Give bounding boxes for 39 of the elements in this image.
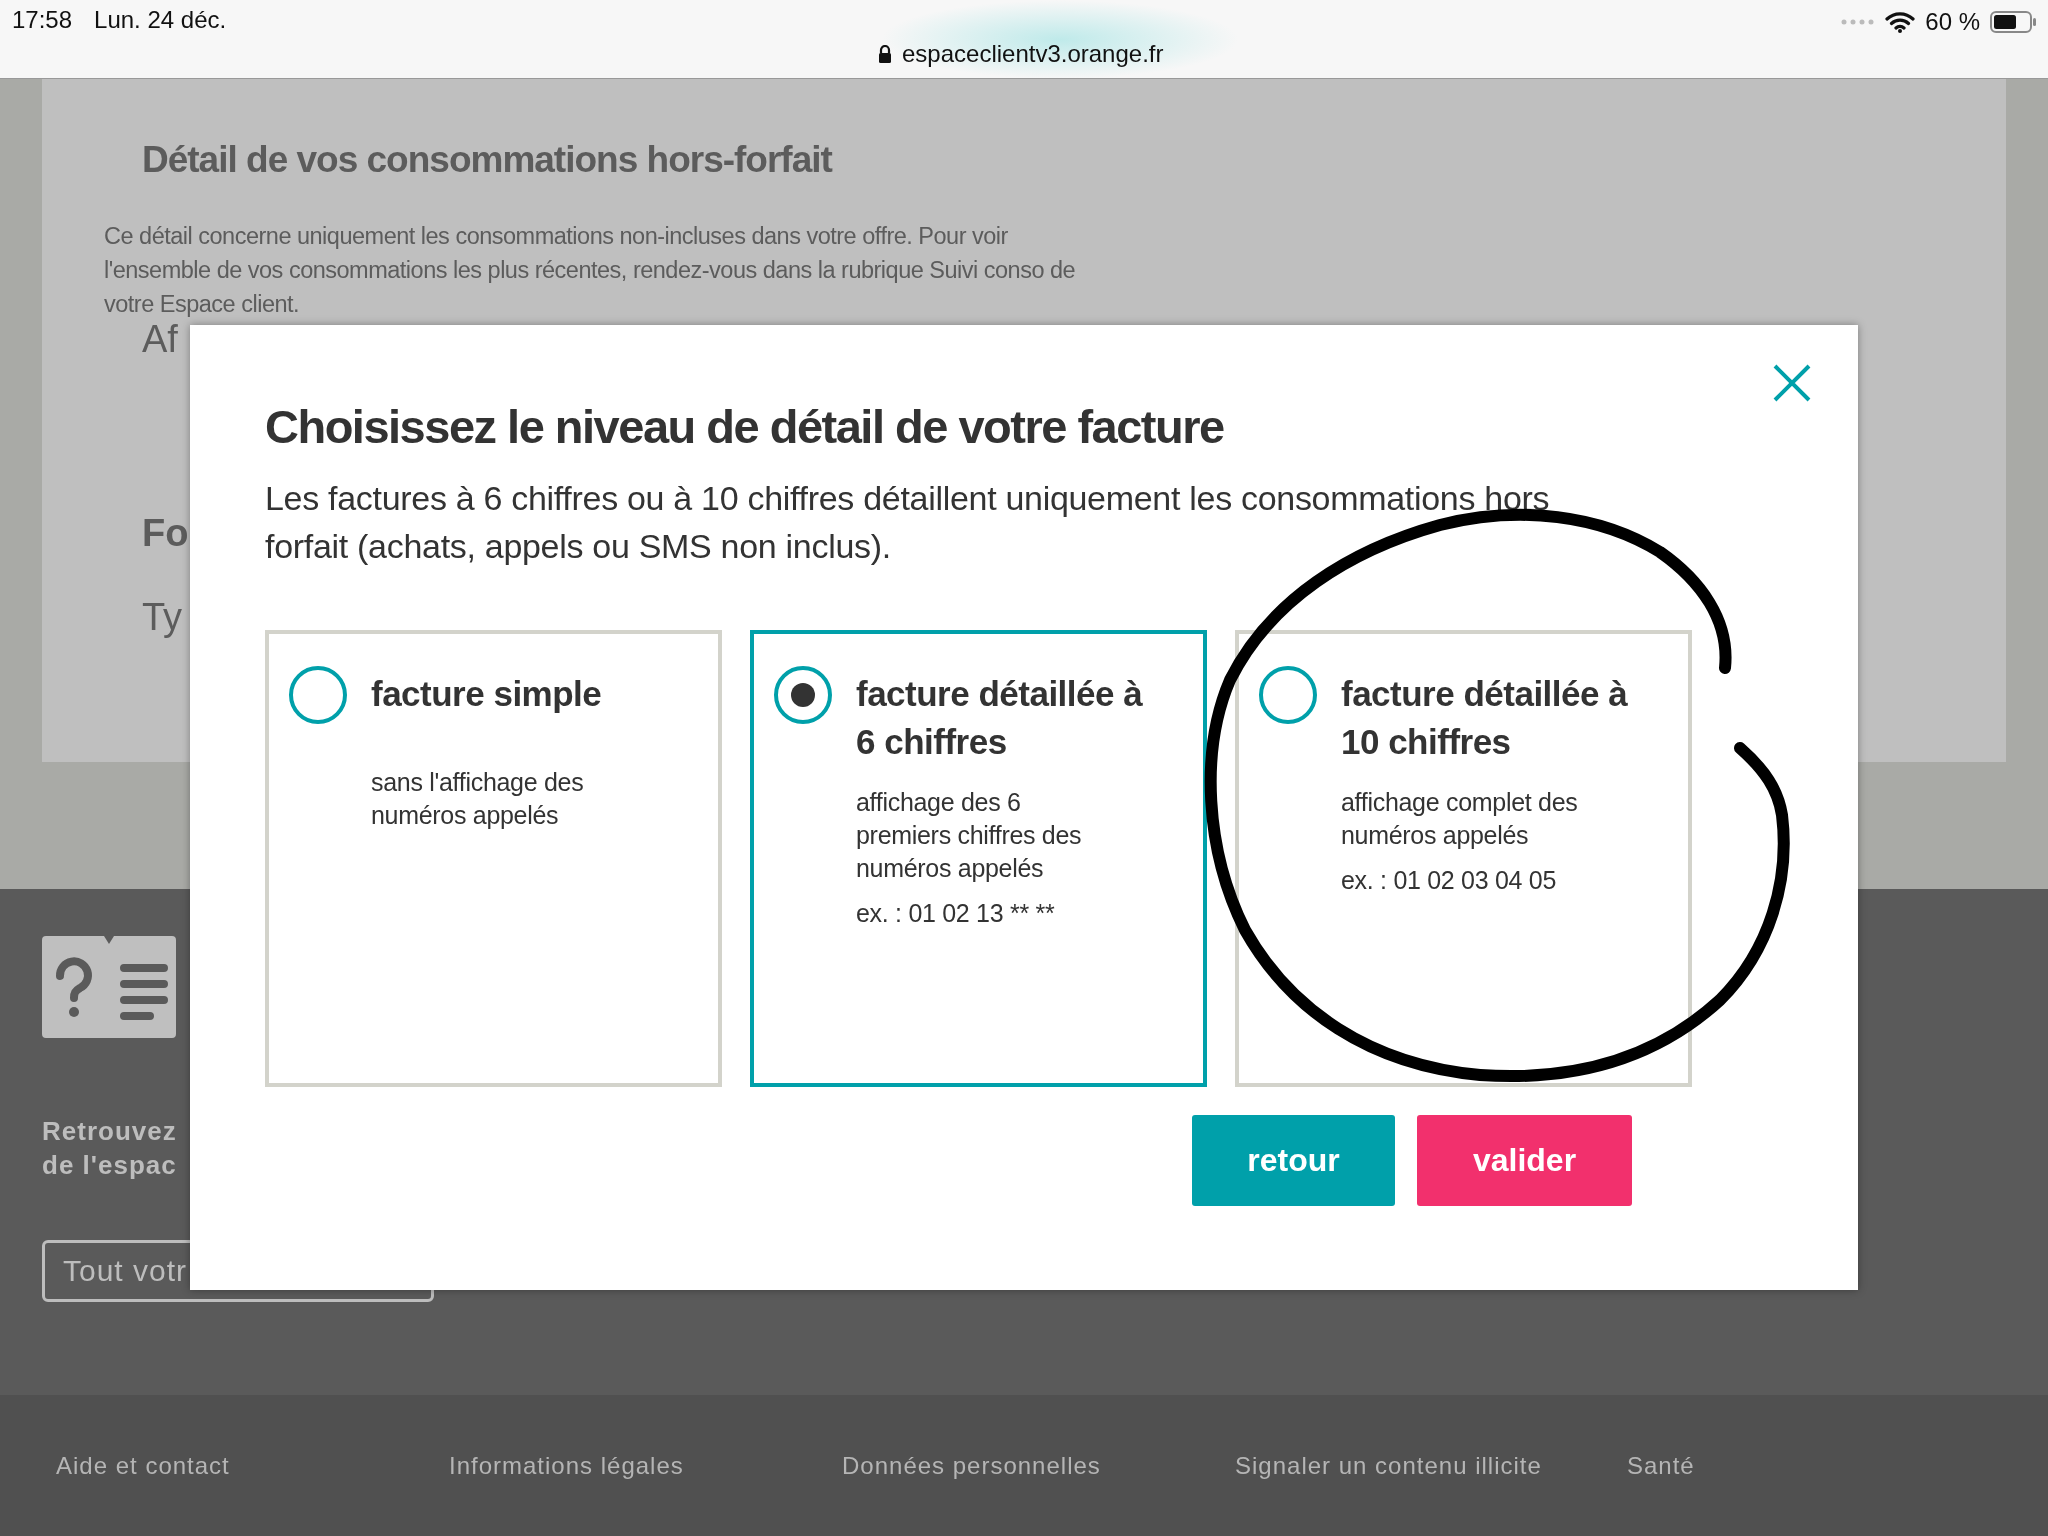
- field-label: Fo: [142, 511, 189, 555]
- field-label: Ty: [142, 595, 183, 639]
- wifi-icon: [1885, 11, 1916, 33]
- lock-icon: [878, 45, 892, 63]
- modal-title: Choisissez le niveau de détail de votre facture: [265, 399, 1225, 454]
- option-title: facture détaillée à 6 chiffres: [856, 673, 1144, 763]
- footer-link[interactable]: Données personnelles: [842, 1451, 1235, 1480]
- radio-button[interactable]: [774, 666, 832, 724]
- option-card[interactable]: facture détaillée à 10 chiffres affichage complet des numéros appelés ex. : 01 02 03 04 05: [1235, 630, 1692, 1087]
- close-icon[interactable]: [1772, 363, 1812, 403]
- option-title: facture détaillée à 10 chiffres: [1341, 673, 1629, 763]
- footer-link[interactable]: Aide et contact: [56, 1451, 449, 1480]
- dialog-button[interactable]: valider: [1417, 1115, 1632, 1206]
- option-description: affichage des 6 premiers chiffres des numéros appelés: [856, 787, 1083, 884]
- help-book-icon: [42, 936, 176, 1038]
- section-paragraph: Ce détail concerne uniquement les consommations non-incluses dans votre offre. Pour voir l'ensemble de vos consommations les plus récentes, rendez-vous dans la rubrique Suivi conso de votre Espace client.: [104, 222, 1077, 319]
- radio-button[interactable]: [289, 666, 347, 724]
- status-time: 17:58: [12, 6, 73, 34]
- footer-link[interactable]: Informations légales: [449, 1451, 842, 1480]
- help-text-line: Retrouvez: [42, 1115, 177, 1148]
- help-text-line: de l'espac: [42, 1149, 177, 1182]
- section-heading: Détail de vos consommations hors-forfait: [142, 139, 834, 181]
- option-example: ex. : 01 02 13 ** **: [856, 899, 1055, 928]
- signal-icon: [1841, 19, 1876, 25]
- option-card[interactable]: facture détaillée à 6 chiffres affichage des 6 premiers chiffres des numéros appelés ex. : 01 02 13 ** **: [750, 630, 1207, 1087]
- option-title: facture simple: [371, 673, 603, 715]
- dialog-button[interactable]: retour: [1192, 1115, 1395, 1206]
- field-label: Af: [142, 317, 178, 361]
- option-card[interactable]: facture simple sans l'affichage des numéros appelés: [265, 630, 722, 1087]
- option-description: sans l'affichage des numéros appelés: [371, 767, 585, 831]
- status-date: Lun. 24 déc.: [94, 6, 227, 34]
- footer-link[interactable]: Signaler un contenu illicite: [1235, 1451, 1627, 1480]
- option-description: affichage complet des numéros appelés: [1341, 787, 1579, 851]
- battery-icon: [1990, 11, 2036, 33]
- radio-button[interactable]: [1259, 666, 1317, 724]
- footer-link[interactable]: Santé: [1627, 1451, 1695, 1480]
- option-example: ex. : 01 02 03 04 05: [1341, 866, 1556, 895]
- battery-percent: 60 %: [1925, 8, 1980, 36]
- modal-description: Les factures à 6 chiffres ou à 10 chiffres détaillent uniquement les consommations hors forfait (achats, appels ou SMS non inclus).: [265, 478, 1551, 567]
